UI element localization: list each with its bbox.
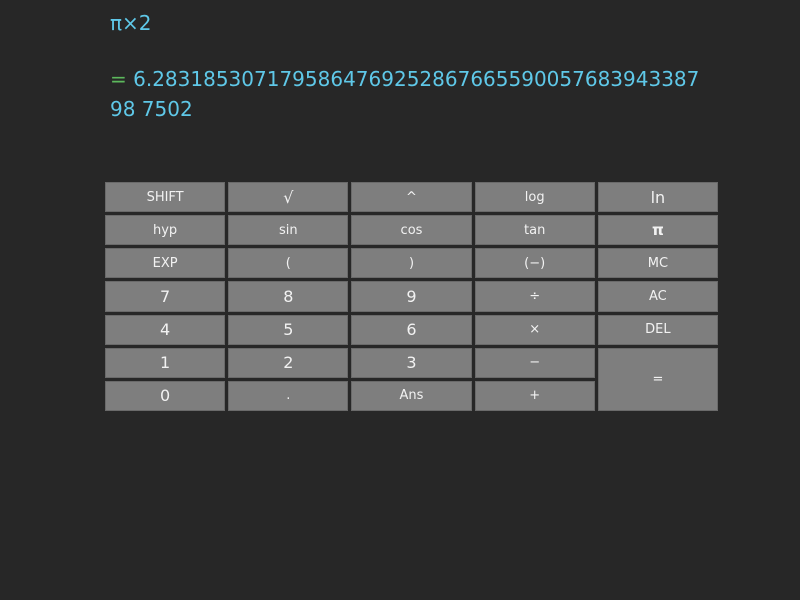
shift-key[interactable]: SHIFT — [105, 182, 226, 213]
ln-key[interactable]: ln — [597, 182, 718, 213]
negate-key[interactable]: (−) — [474, 248, 595, 279]
digit-7-key[interactable]: 7 — [105, 281, 226, 312]
exp-key[interactable]: EXP — [105, 248, 226, 279]
digit-4-key[interactable]: 4 — [105, 314, 226, 345]
digit-0-key[interactable]: 0 — [105, 380, 226, 411]
divide-key[interactable]: ÷ — [474, 281, 595, 312]
digit-3-key[interactable]: 3 — [351, 347, 472, 378]
log-key[interactable]: log — [474, 182, 595, 213]
add-key[interactable]: + — [474, 380, 595, 411]
pi-key[interactable]: π — [597, 215, 718, 246]
decimal-key[interactable]: . — [228, 380, 349, 411]
sin-key[interactable]: sin — [228, 215, 349, 246]
open-paren-key[interactable]: ( — [228, 248, 349, 279]
expression-line: π×2 — [110, 11, 152, 35]
digit-6-key[interactable]: 6 — [351, 314, 472, 345]
cos-key[interactable]: cos — [351, 215, 472, 246]
hyp-key[interactable]: hyp — [105, 215, 226, 246]
calculator-keypad: SHIFT √ ^ log ln hyp sin cos tan π EXP() (−) MC 7 8 9 ÷ A… — [105, 182, 718, 411]
digit-5-key[interactable]: 5 — [228, 314, 349, 345]
digit-2-key[interactable]: 2 — [228, 347, 349, 378]
delete-key[interactable]: DEL — [597, 314, 718, 345]
subtract-key[interactable]: − — [474, 347, 595, 378]
calculator-display: π×2 = 6.28318530717958647692528676655900… — [110, 8, 710, 124]
tan-key[interactable]: tan — [474, 215, 595, 246]
digit-1-key[interactable]: 1 — [105, 347, 226, 378]
power-key[interactable]: ^ — [351, 182, 472, 213]
ans-key[interactable]: Ans — [351, 380, 472, 411]
equals-key[interactable]: = — [597, 347, 718, 411]
multiply-key[interactable]: × — [474, 314, 595, 345]
memory-clear-key[interactable]: MC — [597, 248, 718, 279]
sqrt-key[interactable]: √ — [228, 182, 349, 213]
result-equals-sign: = — [110, 67, 134, 91]
digit-8-key[interactable]: 8 — [228, 281, 349, 312]
close-paren-key[interactable]: ) — [351, 248, 472, 279]
digit-9-key[interactable]: 9 — [351, 281, 472, 312]
result-line: = 6.283185307179586476925286766559005768… — [110, 64, 710, 124]
all-clear-key[interactable]: AC — [597, 281, 718, 312]
result-value: 6.28318530717958647692528676655900576839… — [110, 67, 700, 121]
